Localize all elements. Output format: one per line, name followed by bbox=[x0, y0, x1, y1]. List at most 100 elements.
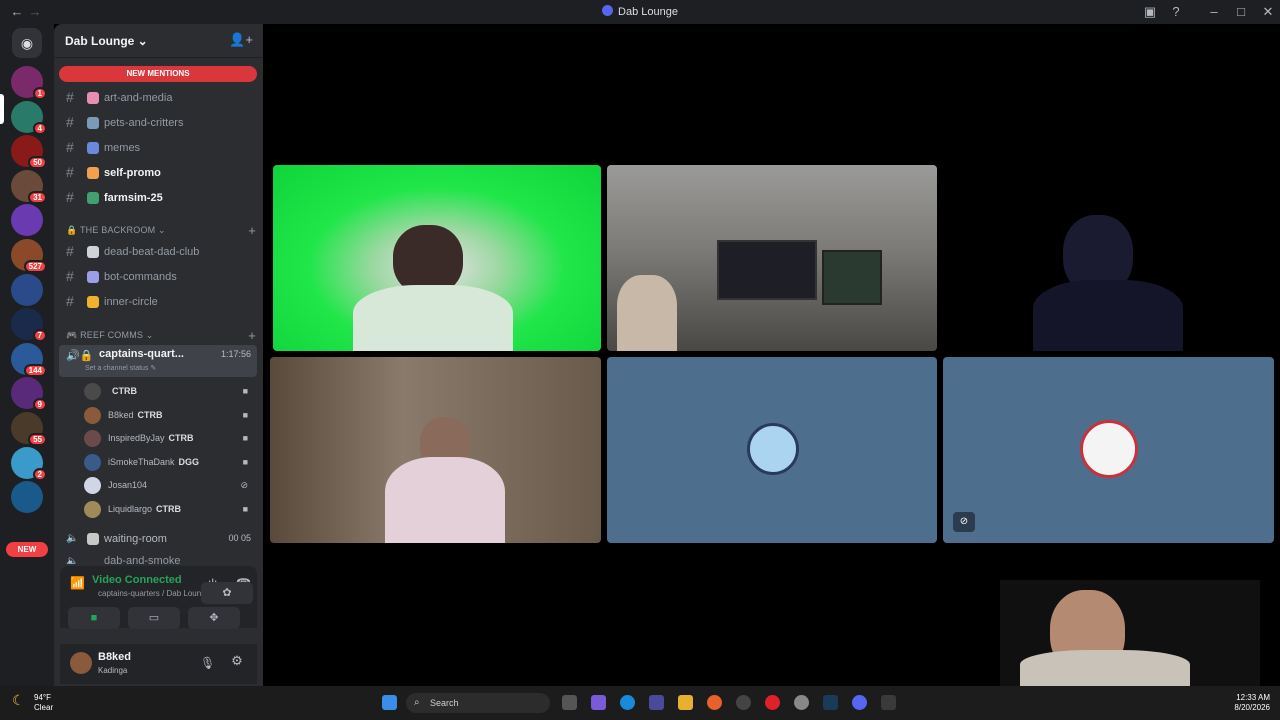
video-tile-avatar[interactable]: ⊘ bbox=[943, 357, 1274, 543]
weather-widget[interactable]: 94°F Clear bbox=[34, 693, 53, 713]
taskbar-search[interactable]: ⌕ Search bbox=[406, 693, 550, 713]
channel-dead-beat-dad-club[interactable]: # dead-beat-dad-club bbox=[60, 241, 257, 263]
video-tile[interactable] bbox=[273, 165, 601, 351]
category-reef-comms[interactable]: 🎮 REEF COMMS ⌄ + bbox=[66, 328, 256, 343]
avatar bbox=[84, 477, 101, 494]
help-icon[interactable]: ? bbox=[1167, 3, 1185, 21]
server-icon[interactable]: 9 bbox=[11, 377, 47, 412]
server-icon[interactable]: 4 bbox=[11, 100, 47, 135]
participant-tag: CTRB bbox=[112, 386, 137, 396]
voice-participant[interactable]: InspiredByJay CTRB ■ bbox=[84, 428, 254, 448]
channel-art-and-media[interactable]: # art-and-media bbox=[60, 87, 257, 109]
edge-browser-icon[interactable] bbox=[620, 695, 635, 710]
add-channel-icon[interactable]: + bbox=[248, 328, 256, 343]
server-rail: ◉ 1 4 50 31 527 7 144 9 55 2 NEW bbox=[0, 24, 54, 686]
minimize-icon[interactable]: – bbox=[1205, 3, 1223, 21]
video-tile-avatar[interactable] bbox=[607, 357, 937, 543]
inbox-icon[interactable]: ▣ bbox=[1141, 3, 1159, 21]
channel-bot-commands[interactable]: # bot-commands bbox=[60, 266, 257, 288]
channel-farmsim-25[interactable]: # farmsim-25 bbox=[60, 187, 257, 209]
server-icon[interactable]: 7 bbox=[11, 308, 47, 343]
voice-participant[interactable]: CTRB ■ bbox=[84, 381, 254, 401]
hash-icon: # bbox=[66, 139, 74, 155]
obs-icon[interactable] bbox=[736, 695, 751, 710]
channel-inner-circle[interactable]: # inner-circle bbox=[60, 291, 257, 313]
weather-moon-icon[interactable]: ☾ bbox=[12, 692, 25, 709]
server-icon[interactable]: 527 bbox=[11, 239, 47, 273]
store-icon[interactable] bbox=[649, 695, 664, 710]
waiting-room-counter: 00 05 bbox=[228, 533, 251, 543]
voice-connected-label[interactable]: Video Connected bbox=[92, 574, 182, 586]
channel-pets-and-critters[interactable]: # pets-and-critters bbox=[60, 112, 257, 134]
screen-share-button[interactable]: ▭ bbox=[128, 607, 180, 629]
channel-memes[interactable]: # memes bbox=[60, 137, 257, 159]
streaming-app-icon[interactable] bbox=[765, 695, 780, 710]
server-mention-badge: 7 bbox=[32, 329, 47, 343]
settings-icon[interactable] bbox=[794, 695, 809, 710]
server-icon[interactable]: 2 bbox=[11, 446, 47, 481]
avatar bbox=[84, 406, 101, 424]
new-mentions-banner[interactable]: NEW MENTIONS bbox=[59, 66, 257, 82]
channel-name: dead-beat-dad-club bbox=[104, 246, 200, 258]
participant-tag: CTRB bbox=[168, 433, 194, 443]
close-icon[interactable]: ✕ bbox=[1259, 3, 1277, 21]
discord-home-icon[interactable]: ◉ bbox=[12, 28, 42, 58]
camera-button[interactable]: ■ bbox=[68, 607, 120, 629]
voice-channel-dab-and-smoke[interactable]: 🔈 dab-and-smoke bbox=[60, 552, 257, 564]
channel-self-promo[interactable]: # self-promo bbox=[60, 162, 257, 184]
server-icon[interactable]: 55 bbox=[11, 412, 47, 446]
voice-participant[interactable]: Liquidlargo CTRB ■ bbox=[84, 499, 254, 519]
signal-icon[interactable]: 📶 bbox=[70, 576, 85, 590]
steam-icon[interactable] bbox=[823, 695, 838, 710]
taskbar-clock[interactable]: 12:33 AM 8/20/2026 bbox=[1234, 693, 1270, 713]
avatar[interactable] bbox=[70, 652, 92, 674]
window-title: Dab Lounge bbox=[0, 5, 1280, 18]
guild-header[interactable]: Dab Lounge ⌄ 👤+ bbox=[54, 24, 263, 58]
settings-gear-icon[interactable]: ⚙ bbox=[220, 650, 254, 672]
add-channel-icon[interactable]: + bbox=[248, 223, 256, 238]
server-icon[interactable] bbox=[11, 273, 43, 306]
add-member-icon[interactable]: 👤+ bbox=[229, 32, 253, 48]
new-badge[interactable]: NEW bbox=[6, 542, 48, 557]
channel-status-prompt[interactable]: Set a channel status ✎ bbox=[85, 364, 156, 372]
video-tile[interactable] bbox=[943, 165, 1273, 351]
participant-body bbox=[1033, 280, 1183, 351]
selected-server-indicator bbox=[0, 94, 4, 124]
server-icon[interactable]: 1 bbox=[11, 66, 47, 100]
copilot-icon[interactable] bbox=[591, 695, 606, 710]
voice-participant[interactable]: B8ked CTRB ■ bbox=[84, 405, 254, 425]
activities-button[interactable]: ✥ bbox=[188, 607, 240, 629]
server-icon[interactable]: 50 bbox=[11, 135, 47, 170]
windows-start-icon[interactable] bbox=[382, 695, 397, 710]
username[interactable]: B8ked bbox=[98, 651, 131, 663]
discord-taskbar-icon[interactable] bbox=[852, 695, 867, 710]
search-icon: ⌕ bbox=[414, 697, 420, 708]
hash-icon: # bbox=[66, 89, 74, 105]
server-icon[interactable]: 144 bbox=[11, 342, 47, 377]
hash-icon: # bbox=[66, 268, 74, 284]
server-mention-badge: 50 bbox=[28, 156, 47, 170]
guild-name[interactable]: Dab Lounge ⌄ bbox=[65, 34, 148, 48]
firefox-icon[interactable] bbox=[707, 695, 722, 710]
voice-participant[interactable]: iSmokeThaDank DGG ■ bbox=[84, 452, 254, 472]
voice-participant[interactable]: Josan104 ⊘ bbox=[84, 475, 254, 495]
server-icon[interactable] bbox=[11, 481, 43, 514]
server-icon[interactable]: 31 bbox=[11, 169, 47, 204]
channel-emoji-icon bbox=[87, 142, 99, 154]
file-explorer-icon[interactable] bbox=[678, 695, 693, 710]
voice-connected-location[interactable]: captains-quarters / Dab Lounge bbox=[98, 589, 210, 598]
voice-channel-waiting-room[interactable]: 🔈 waiting-room 00 05 bbox=[60, 528, 257, 550]
server-icon[interactable] bbox=[11, 204, 43, 237]
participant-name: B8ked bbox=[108, 409, 134, 420]
voice-channel-captains-quarters[interactable]: 🔊🔒 captains-quart... 1:17:56 Set a chann… bbox=[59, 345, 257, 377]
video-tile[interactable] bbox=[270, 357, 601, 543]
camera-icon: ■ bbox=[90, 612, 98, 624]
video-tile[interactable] bbox=[607, 165, 937, 351]
participant-body bbox=[1020, 650, 1190, 686]
app-icon[interactable] bbox=[881, 695, 896, 710]
task-view-icon[interactable] bbox=[562, 695, 577, 710]
soundboard-button[interactable]: ✿ bbox=[201, 582, 253, 604]
microphone-icon[interactable]: 🎙 bbox=[200, 656, 215, 670]
category-the-backroom[interactable]: 🔒 THE BACKROOM ⌄ + bbox=[66, 223, 256, 238]
maximize-icon[interactable]: □ bbox=[1232, 3, 1250, 21]
